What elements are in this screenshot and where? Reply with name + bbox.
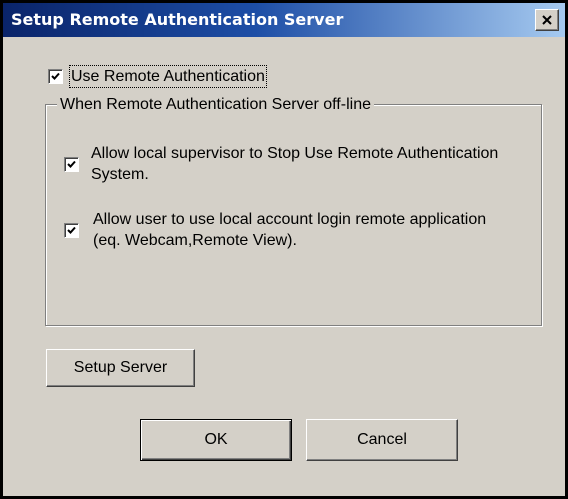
close-button[interactable] <box>535 9 559 31</box>
checkmark-icon <box>67 226 76 234</box>
checkmark-icon <box>67 160 76 168</box>
close-icon <box>542 15 552 25</box>
cancel-button[interactable]: Cancel <box>306 419 458 461</box>
dialog-title: Setup Remote Authentication Server <box>11 10 344 29</box>
setup-remote-auth-dialog: Setup Remote Authentication Server Use R… <box>0 0 568 499</box>
allow-local-login-checkbox[interactable] <box>64 223 79 238</box>
allow-local-login-option[interactable]: Allow user to use local account login re… <box>64 209 513 251</box>
use-remote-auth-option[interactable]: Use Remote Authentication <box>48 65 267 88</box>
allow-local-login-label: Allow user to use local account login re… <box>93 211 487 249</box>
setup-server-button[interactable]: Setup Server <box>46 349 195 387</box>
use-remote-auth-label: Use Remote Authentication <box>69 65 267 88</box>
allow-supervisor-stop-label: Allow local supervisor to Stop Use Remot… <box>91 145 499 183</box>
ok-button[interactable]: OK <box>140 419 292 461</box>
offline-group-legend: When Remote Authentication Server off-li… <box>57 95 374 115</box>
title-bar[interactable]: Setup Remote Authentication Server <box>3 3 565 37</box>
use-remote-auth-checkbox[interactable] <box>48 69 63 84</box>
allow-supervisor-stop-option[interactable]: Allow local supervisor to Stop Use Remot… <box>64 143 511 185</box>
allow-supervisor-stop-checkbox[interactable] <box>64 157 79 172</box>
checkmark-icon <box>51 72 60 80</box>
